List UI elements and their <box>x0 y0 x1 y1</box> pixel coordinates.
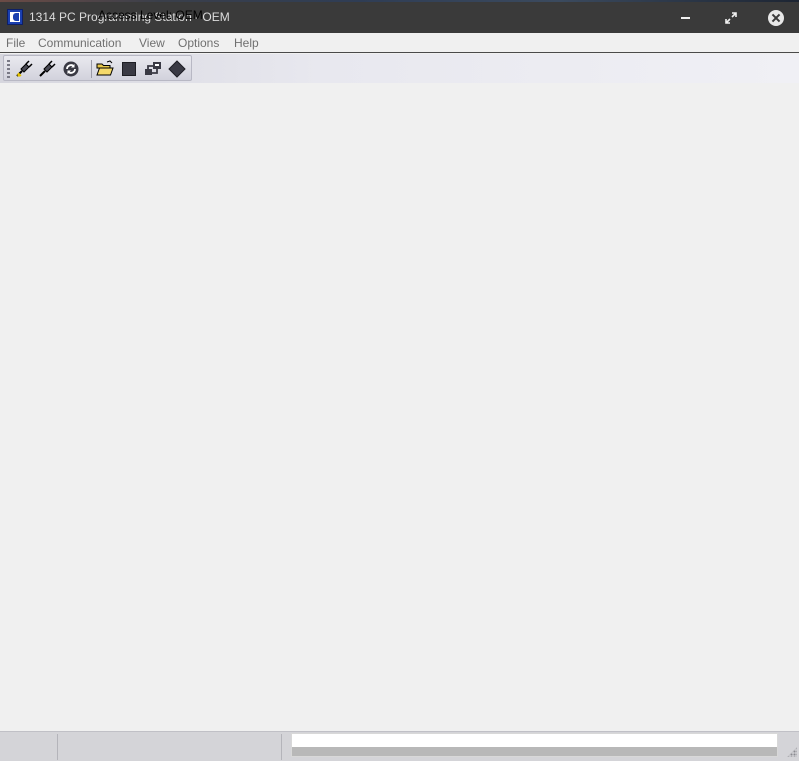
open-folder-icon <box>96 60 114 76</box>
progress-bar <box>291 733 778 757</box>
toolbar-separator <box>91 60 92 78</box>
access-level-status: Access Level: OEM <box>98 8 203 22</box>
menu-options[interactable]: Options <box>178 36 219 50</box>
diamond-icon <box>168 60 186 78</box>
menu-view-label: View <box>139 36 165 50</box>
disconnect-icon <box>39 60 56 77</box>
menu-help[interactable]: Help <box>234 36 259 50</box>
restore-button[interactable] <box>708 2 753 33</box>
minimize-icon <box>681 16 690 19</box>
diamond-button[interactable] <box>167 59 187 79</box>
workspace-area[interactable] <box>0 83 799 731</box>
close-icon <box>767 9 784 26</box>
close-button[interactable] <box>753 2 798 33</box>
toolbar-grip-handle[interactable] <box>7 60 10 78</box>
refresh-button[interactable] <box>61 59 81 79</box>
refresh-icon <box>63 61 79 77</box>
stop-icon <box>122 62 136 76</box>
disconnect-button[interactable] <box>37 59 57 79</box>
menu-communication-label: Communication <box>38 36 122 50</box>
menu-bar: File Communication View Options Help <box>0 33 799 53</box>
status-pane-empty <box>0 734 58 760</box>
menu-options-label: Options <box>178 36 220 50</box>
network-button[interactable] <box>143 59 163 79</box>
menu-file[interactable]: File <box>6 36 25 50</box>
stop-button[interactable] <box>119 59 139 79</box>
connect-button[interactable] <box>14 59 34 79</box>
open-button[interactable] <box>95 59 115 79</box>
connect-icon <box>16 60 33 77</box>
menu-view[interactable]: View <box>139 36 165 50</box>
network-icon <box>145 62 161 75</box>
app-logo-icon[interactable] <box>7 9 23 25</box>
menu-help-label: Help <box>234 36 259 50</box>
menu-file-label: File <box>6 36 26 50</box>
progress-bar-fill <box>292 747 777 756</box>
main-toolbar <box>3 55 192 81</box>
status-pane-access <box>58 734 282 760</box>
minimize-button[interactable] <box>663 2 708 33</box>
restore-icon <box>724 11 737 24</box>
menu-communication[interactable]: Communication <box>38 36 121 50</box>
